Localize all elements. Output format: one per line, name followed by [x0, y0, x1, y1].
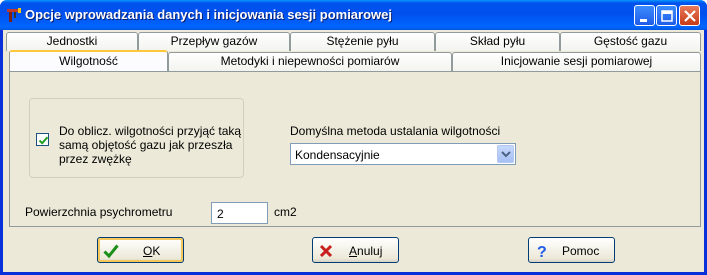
- close-button[interactable]: [679, 5, 700, 26]
- tab-label: Przepływ gazów: [170, 34, 258, 48]
- tab-gestosc-gazu[interactable]: Gęstość gazu: [560, 32, 701, 51]
- chevron-down-icon: [501, 151, 511, 158]
- tab-label: Wilgotność: [59, 54, 118, 68]
- tab-metodyki[interactable]: Metodyki i niepewności pomiarów: [168, 52, 452, 71]
- tab-przeplyw-gazow[interactable]: Przepływ gazów: [138, 32, 290, 51]
- minimize-icon: [640, 19, 647, 22]
- tab-jednostki[interactable]: Jednostki: [6, 32, 138, 51]
- cancel-accesskey: A: [349, 244, 358, 258]
- checkmark-icon: [38, 136, 49, 145]
- tab-sklad-pylu[interactable]: Skład pyłu: [435, 32, 560, 51]
- method-label: Domyślna metoda ustalania wilgotności: [290, 124, 501, 138]
- tab-label: Metodyki i niepewności pomiarów: [220, 54, 400, 68]
- tab-label: Gęstość gazu: [593, 34, 668, 48]
- tab-label: Inicjowanie sesji pomiarowej: [500, 54, 653, 68]
- tab-inicjowanie-sesji[interactable]: Inicjowanie sesji pomiarowej: [452, 52, 701, 71]
- dialog-window: Opcje wprowadzania danych i inicjowania …: [0, 0, 707, 275]
- close-icon: [684, 10, 696, 22]
- psychrometer-area-input[interactable]: 2: [211, 202, 268, 224]
- tab-wilgotnosc[interactable]: Wilgotność: [9, 50, 168, 71]
- question-icon: ?: [534, 243, 550, 261]
- x-icon: [318, 243, 334, 259]
- method-select-value: Kondensacyjnie: [295, 148, 380, 162]
- ok-label-rest: K: [152, 244, 161, 258]
- same-volume-checkbox[interactable]: [36, 133, 49, 146]
- ok-button[interactable]: OK: [97, 237, 184, 263]
- window-title: Opcje wprowadzania danych i inicjowania …: [25, 7, 392, 22]
- dropdown-arrow-button[interactable]: [497, 145, 514, 163]
- svg-text:?: ?: [537, 244, 547, 259]
- help-button[interactable]: ? Pomoc: [528, 237, 615, 263]
- tab-label: Skład pyłu: [469, 34, 526, 48]
- cancel-label-rest: nuluj: [357, 244, 383, 258]
- app-icon: [6, 7, 22, 23]
- maximize-button[interactable]: [656, 5, 677, 26]
- minimize-button[interactable]: [634, 5, 655, 26]
- ok-label: OK: [143, 244, 160, 258]
- checkmark-icon: [103, 243, 119, 259]
- tab-stezenie-pylu[interactable]: Stężenie pyłu: [290, 32, 435, 51]
- help-label: Pomoc: [562, 244, 600, 258]
- method-select[interactable]: Kondensacyjnie: [290, 143, 516, 165]
- title-bar[interactable]: Opcje wprowadzania danych i inicjowania …: [0, 0, 707, 30]
- tab-label: Jednostki: [46, 34, 98, 48]
- same-volume-label: Do oblicz. wilgotności przyjąć taką samą…: [59, 124, 242, 166]
- psychrometer-area-label: Powierzchnia psychrometru: [25, 205, 173, 219]
- cancel-label: Anuluj: [349, 244, 382, 258]
- cancel-button[interactable]: Anuluj: [312, 237, 399, 263]
- ok-accesskey: O: [143, 244, 153, 258]
- maximize-icon: [661, 10, 673, 22]
- area-unit-label: cm2: [274, 205, 297, 219]
- tab-label: Stężenie pyłu: [326, 34, 399, 48]
